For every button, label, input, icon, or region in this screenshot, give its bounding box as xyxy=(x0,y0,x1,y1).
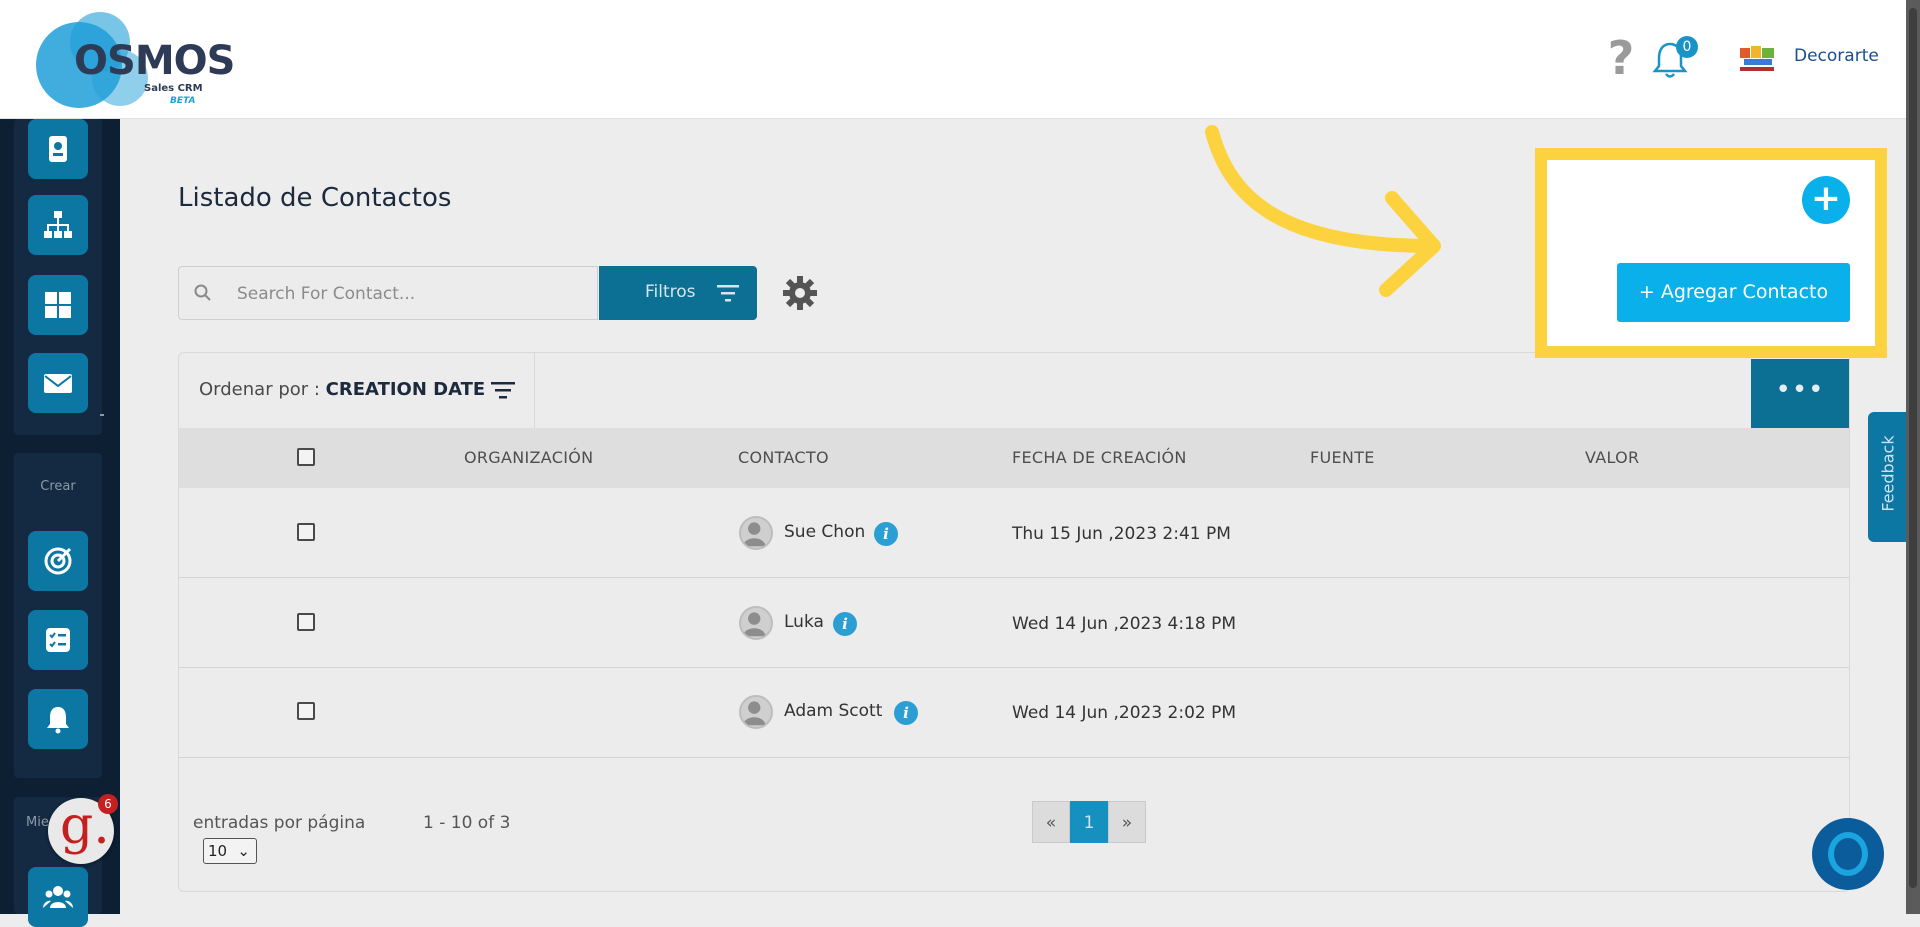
dashboard-grid-icon xyxy=(45,292,71,318)
sidebar-create-task-button[interactable] xyxy=(28,610,88,670)
sidebar-section-create-label: Crear xyxy=(40,479,76,494)
chat-widget-button[interactable] xyxy=(1812,818,1884,890)
sort-value: CREATION DATE xyxy=(325,379,486,400)
sidebar-create-deal-button[interactable] xyxy=(28,531,88,591)
contact-info-icon[interactable]: i xyxy=(833,612,857,636)
sidebar-divider xyxy=(100,414,104,416)
add-contact-button[interactable]: + Agregar Contacto xyxy=(1617,263,1850,322)
filters-button-label: Filtros xyxy=(645,282,696,302)
sort-label: Ordenar por : CREATION DATE xyxy=(199,379,485,400)
feedback-label: Feedback xyxy=(1878,435,1898,512)
column-header-value[interactable]: VALOR xyxy=(1585,448,1639,467)
avatar-person-icon xyxy=(742,701,766,726)
grammarly-count-badge: 6 xyxy=(98,794,118,814)
table-row[interactable]: Adam Scott i Wed 14 Jun ,2023 2:02 PM xyxy=(179,668,1849,758)
entries-per-page-select[interactable]: 10 ⌄ xyxy=(203,838,257,864)
column-header-contact[interactable]: CONTACTO xyxy=(738,448,829,467)
table-row[interactable]: Sue Chon i Thu 15 Jun ,2023 2:41 PM xyxy=(179,488,1849,578)
created-date-cell: Wed 14 Jun ,2023 4:18 PM xyxy=(1012,614,1237,634)
sidebar-dashboard-button[interactable] xyxy=(28,275,88,335)
pagination: « 1 » xyxy=(1032,801,1146,843)
sidebar-team-button[interactable] xyxy=(28,867,88,927)
contacts-table-card: Ordenar por : CREATION DATE ••• ORGANIZA… xyxy=(178,352,1850,892)
filters-button[interactable]: Filtros xyxy=(599,266,757,320)
avatar-person-icon xyxy=(742,612,766,637)
chevron-down-icon: ⌄ xyxy=(237,842,250,860)
select-all-checkbox[interactable] xyxy=(297,448,315,466)
entries-per-page-label: entradas por página xyxy=(193,813,366,833)
pagination-prev-button[interactable]: « xyxy=(1032,801,1070,843)
pagination-next-button[interactable]: » xyxy=(1108,801,1146,843)
checklist-icon xyxy=(46,628,70,652)
contact-name-link[interactable]: Sue Chon xyxy=(784,522,865,542)
logo-subtitle: Sales CRM xyxy=(144,83,203,94)
notification-count-badge: 0 xyxy=(1676,36,1698,58)
sort-icon[interactable] xyxy=(491,381,515,401)
sidebar-email-button[interactable] xyxy=(28,353,88,413)
org-chart-icon xyxy=(44,211,72,238)
column-header-source[interactable]: FUENTE xyxy=(1310,448,1375,467)
logo-text: OSMOS xyxy=(74,38,235,84)
contact-card-icon xyxy=(49,136,67,162)
mail-icon xyxy=(44,374,72,393)
pagination-range: 1 - 10 of 3 xyxy=(423,813,511,833)
sidebar-contacts-button[interactable] xyxy=(28,119,88,179)
grammarly-widget[interactable]: g. 6 xyxy=(48,794,118,864)
company-logo-icon xyxy=(1740,46,1774,71)
sort-control[interactable]: Ordenar por : CREATION DATE xyxy=(179,353,535,428)
scrollbar-thumb[interactable] xyxy=(1909,8,1917,888)
column-header-organization[interactable]: ORGANIZACIÓN xyxy=(464,448,593,467)
contact-name-link[interactable]: Luka xyxy=(784,612,824,632)
osmos-logo[interactable]: OSMOS Sales CRM BETA xyxy=(30,10,235,110)
row-checkbox[interactable] xyxy=(297,702,315,720)
team-icon xyxy=(43,886,73,908)
pagination-page-1[interactable]: 1 xyxy=(1070,801,1108,843)
top-header: OSMOS Sales CRM BETA ? 0 Decorarte xyxy=(0,0,1906,119)
bell-icon xyxy=(47,707,69,734)
column-header-created[interactable]: FECHA DE CREACIÓN xyxy=(1012,448,1187,467)
page-scrollbar[interactable] xyxy=(1906,0,1920,914)
page-title: Listado de Contactos xyxy=(178,183,452,213)
created-date-cell: Thu 15 Jun ,2023 2:41 PM xyxy=(1012,524,1231,544)
chat-ring-icon xyxy=(1828,832,1868,876)
table-header: ORGANIZACIÓN CONTACTO FECHA DE CREACIÓN … xyxy=(179,428,1849,488)
help-icon[interactable]: ? xyxy=(1604,34,1638,82)
target-icon xyxy=(44,547,72,575)
created-date-cell: Wed 14 Jun ,2023 2:02 PM xyxy=(1012,703,1237,723)
settings-gear-icon[interactable] xyxy=(782,275,818,311)
contact-info-icon[interactable]: i xyxy=(894,701,918,725)
contact-avatar xyxy=(739,695,773,729)
contact-name-link[interactable]: Adam Scott xyxy=(784,701,882,721)
logo-beta-badge: BETA xyxy=(170,96,196,106)
quick-add-button[interactable]: + xyxy=(1802,176,1850,224)
table-row[interactable]: Luka i Wed 14 Jun ,2023 4:18 PM xyxy=(179,578,1849,668)
entries-per-page-value: 10 xyxy=(208,842,228,860)
feedback-tab[interactable]: Feedback xyxy=(1868,412,1908,542)
filter-icon xyxy=(717,285,739,302)
contact-avatar xyxy=(739,516,773,550)
search-icon xyxy=(194,284,211,301)
avatar-person-icon xyxy=(742,522,766,547)
search-input[interactable] xyxy=(235,279,585,309)
sidebar-create-reminder-button[interactable] xyxy=(28,689,88,749)
contact-info-icon[interactable]: i xyxy=(874,522,898,546)
sidebar-organizations-button[interactable] xyxy=(28,195,88,255)
callout-arrow-icon xyxy=(1205,125,1441,297)
sort-prefix: Ordenar por : xyxy=(199,379,320,400)
more-options-button[interactable]: ••• xyxy=(1751,359,1849,429)
row-checkbox[interactable] xyxy=(297,523,315,541)
contact-avatar xyxy=(739,606,773,640)
row-checkbox[interactable] xyxy=(297,613,315,631)
company-name[interactable]: Decorarte xyxy=(1794,46,1879,66)
search-box xyxy=(178,266,598,320)
